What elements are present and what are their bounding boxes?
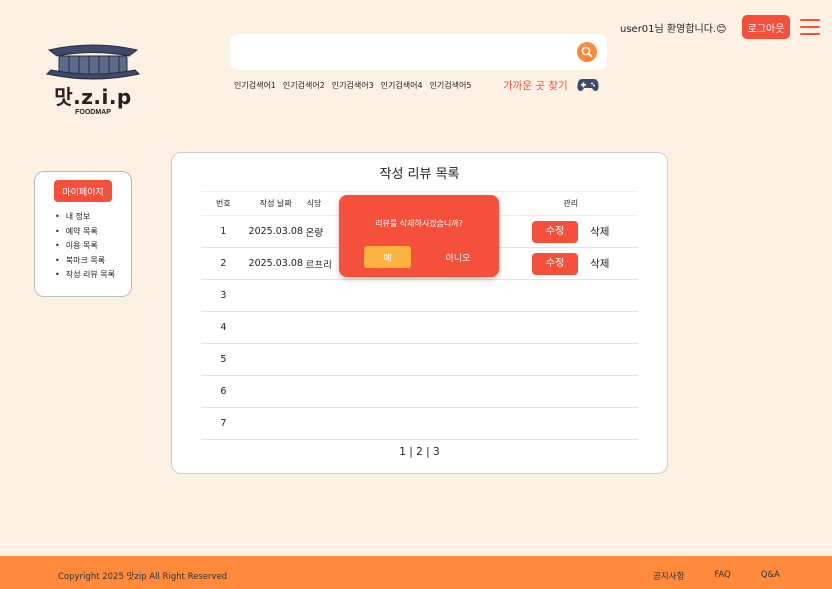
confirm-yes-button[interactable]: 예 [364,246,411,268]
edit-button[interactable]: 수정 [532,220,579,243]
menu-bar [800,26,820,28]
footer-links: 공지사항 FAQ Q&A [653,570,780,582]
sidebar-item-reviews[interactable]: 작성 리뷰 목록 [55,268,115,283]
column-header-date: 작성 날짜 [245,191,306,216]
popular-search-link[interactable]: 인기검색어4 [381,80,423,91]
row-date: 2025.03.08 [245,215,306,248]
delete-button[interactable]: 삭제 [590,256,609,271]
popular-search-link[interactable]: 인기검색어1 [234,80,276,91]
menu-bar [800,19,820,21]
row-content [365,279,504,312]
row-number: 4 [201,311,246,344]
edit-button[interactable]: 수정 [532,252,579,275]
sidebar-item-my-info[interactable]: 내 정보 [55,210,115,225]
table-row: 5 [201,343,638,376]
delete-button[interactable]: 삭제 [590,224,609,239]
row-manage [503,279,638,312]
row-date: 2025.03.08 [245,247,306,280]
sidebar-item-bookmarks[interactable]: 북마크 목록 [55,254,115,269]
logout-button[interactable]: 로그아웃 [742,15,790,39]
row-content [365,311,504,344]
nearby-link[interactable]: 가까운 곳 찾기 [503,78,568,93]
sidebar-item-usage[interactable]: 이용 목록 [55,239,115,254]
gamepad-icon [577,79,599,91]
row-number: 6 [201,375,246,408]
search-input[interactable] [230,34,607,70]
confirm-no-button[interactable]: 아니오 [437,246,479,268]
row-date [245,407,306,440]
row-manage [503,311,638,344]
welcome-message: user01님 환영합니다.😊 [620,24,727,35]
hanok-roof-icon [45,44,141,80]
footer-link-notice[interactable]: 공지사항 [653,570,684,582]
row-content [365,343,504,376]
brand-subtitle: FOODMAP [75,109,111,116]
row-date [245,279,306,312]
table-row: 3 [201,279,638,312]
row-restaurant [305,375,366,408]
site-logo[interactable]: 맛.z.i.p FOODMAP [44,40,142,116]
table-row: 7 [201,407,638,440]
column-header-manage: 관리 [503,191,638,216]
popular-searches: 인기검색어1 인기검색어2 인기검색어3 인기검색어4 인기검색어5 [234,80,471,91]
row-manage [503,375,638,408]
brand-name: 맛.z.i.p [54,85,132,109]
footer-link-faq[interactable]: FAQ [714,570,730,582]
page-title: 작성 리뷰 목록 [379,167,460,182]
pagination[interactable]: 1 | 2 | 3 [172,446,667,458]
menu-bar [800,33,820,35]
row-number: 5 [201,343,246,376]
popular-search-link[interactable]: 인기검색어3 [332,80,374,91]
delete-confirm-dialog: 리뷰를 삭제하시겠습니까? 예 아니오 [339,195,499,277]
hamburger-menu-icon[interactable] [800,19,820,35]
row-restaurant [305,311,366,344]
column-header-number: 번호 [201,191,246,216]
site-footer: Copyright 2025 맛zip All Right Reserved 공… [0,556,832,589]
row-date [245,343,306,376]
row-date [245,311,306,344]
popular-search-link[interactable]: 인기검색어5 [430,80,472,91]
gamepad-button[interactable] [577,77,599,97]
row-number: 2 [201,247,246,280]
row-manage [503,343,638,376]
row-content [365,407,504,440]
sidebar-title[interactable]: 마이페이지 [54,180,112,202]
footer-link-qna[interactable]: Q&A [761,570,780,582]
row-restaurant [305,279,366,312]
row-number: 3 [201,279,246,312]
row-manage: 수정 삭제 [503,215,638,248]
table-row: 4 [201,311,638,344]
row-number: 1 [201,215,246,248]
row-restaurant [305,343,366,376]
row-manage [503,407,638,440]
search-icon [581,46,593,58]
row-manage: 수정 삭제 [503,247,638,280]
table-row: 6 [201,375,638,408]
search-button[interactable] [577,42,597,62]
row-date [245,375,306,408]
row-content [365,375,504,408]
row-restaurant [305,407,366,440]
sidebar-menu: 내 정보 예약 목록 이용 목록 북마크 목록 작성 리뷰 목록 [55,210,115,283]
copyright-text: Copyright 2025 맛zip All Right Reserved [58,572,228,582]
dialog-message: 리뷰를 삭제하시겠습니까? [375,219,463,228]
popular-search-link[interactable]: 인기검색어2 [283,80,325,91]
mypage-sidebar: 마이페이지 내 정보 예약 목록 이용 목록 북마크 목록 작성 리뷰 목록 [34,171,132,297]
sidebar-item-reservations[interactable]: 예약 목록 [55,225,115,240]
row-number: 7 [201,407,246,440]
